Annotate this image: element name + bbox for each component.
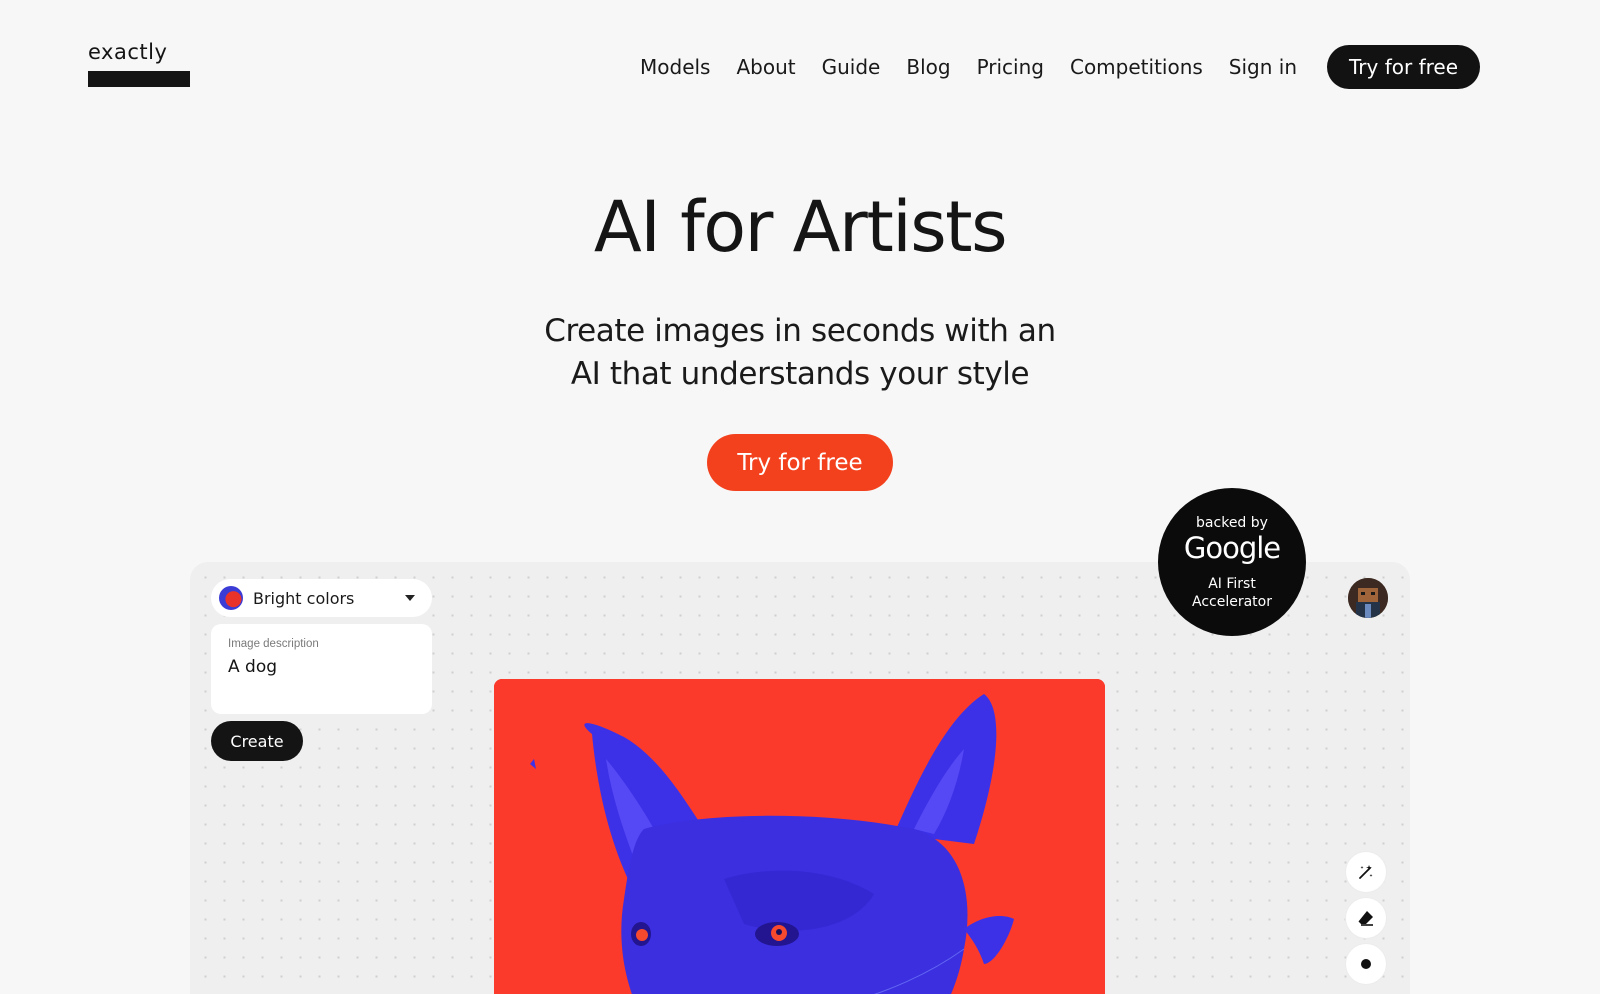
wand-icon	[1359, 865, 1373, 879]
avatar-image	[1348, 578, 1388, 618]
logo-bar	[88, 71, 190, 87]
nav-models[interactable]: Models	[640, 55, 710, 79]
main-nav: Models About Guide Blog Pricing Competit…	[640, 45, 1480, 89]
badge-line-1: AI First	[1208, 576, 1256, 592]
badge-line-2: Accelerator	[1192, 594, 1272, 610]
hero-subtitle-line-2: AI that understands your style	[570, 356, 1030, 392]
style-select[interactable]: Bright colors	[211, 579, 432, 617]
image-description-input[interactable]: A dog	[228, 657, 415, 677]
magic-wand-tool[interactable]	[1346, 852, 1386, 892]
image-description-label: Image description	[228, 638, 319, 650]
hero-subtitle-line-1: Create images in seconds with an	[544, 313, 1056, 349]
google-accelerator-badge: backed by Google AI First Accelerator	[1158, 488, 1306, 636]
logo-wordmark: exactly	[88, 40, 168, 64]
nav-about[interactable]: About	[736, 55, 795, 79]
google-logo-text: Google	[1183, 531, 1281, 565]
nav-sign-in[interactable]: Sign in	[1229, 55, 1297, 79]
style-swatch-icon	[219, 586, 243, 610]
create-button[interactable]: Create	[211, 721, 303, 761]
nav-guide[interactable]: Guide	[822, 55, 881, 79]
logo[interactable]: exactly	[88, 40, 190, 87]
brush-dot-icon	[1361, 959, 1371, 969]
brush-size-tool[interactable]	[1346, 944, 1386, 984]
nav-competitions[interactable]: Competitions	[1070, 55, 1203, 79]
hero-title: AI for Artists	[593, 186, 1008, 268]
dog-illustration	[494, 679, 1105, 994]
eraser-icon	[1358, 911, 1373, 926]
hero-subtitle: Create images in seconds with an AI that…	[0, 310, 1600, 396]
chevron-down-icon	[405, 595, 415, 601]
nav-pricing[interactable]: Pricing	[977, 55, 1044, 79]
image-description-field[interactable]: Image description A dog	[211, 624, 432, 714]
header-try-free-button[interactable]: Try for free	[1327, 45, 1480, 89]
hero-try-free-button[interactable]: Try for free	[707, 434, 893, 491]
nav-blog[interactable]: Blog	[906, 55, 950, 79]
style-select-value: Bright colors	[253, 588, 355, 608]
generated-image	[494, 679, 1105, 994]
eraser-tool[interactable]	[1346, 898, 1386, 938]
badge-backed-by: backed by	[1196, 515, 1268, 531]
user-avatar[interactable]	[1348, 578, 1388, 618]
